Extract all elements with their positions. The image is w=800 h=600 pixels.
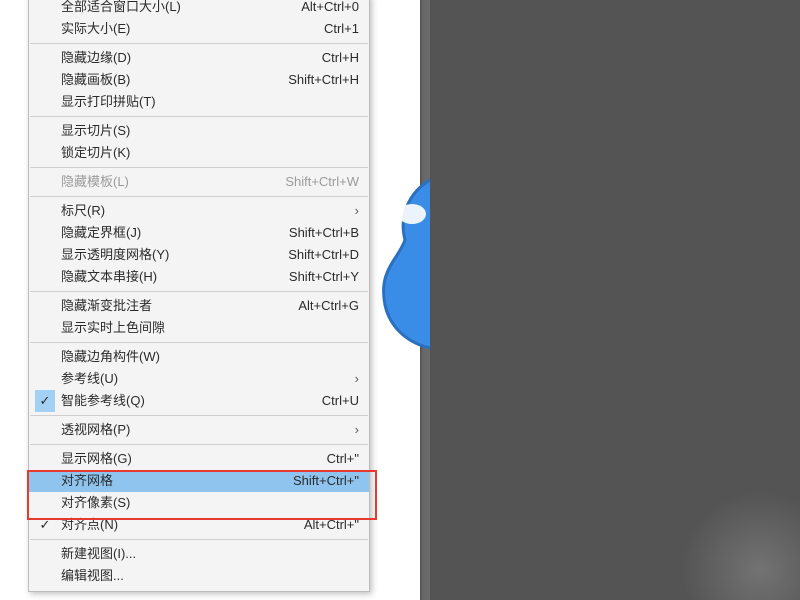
menu-item-label: 显示打印拼贴(T) [61,91,359,113]
menu-item[interactable]: 全部适合窗口大小(L)Alt+Ctrl+0 [29,0,369,18]
menu-item-label: 透视网格(P) [61,419,343,441]
menu-item-label: 对齐点(N) [61,514,292,536]
menu-item[interactable]: ✓ 对齐点(N)Alt+Ctrl+" [29,514,369,536]
menu-item-label: 实际大小(E) [61,18,312,40]
menu-item[interactable]: 编辑视图... [29,565,369,587]
menu-item-label: 隐藏边缘(D) [61,47,310,69]
menu-item-label: 隐藏渐变批注者 [61,295,286,317]
menu-item[interactable]: 锁定切片(K) [29,142,369,164]
corner-glow [680,490,800,600]
menu-item-label: 参考线(U) [61,368,343,390]
menu-item-label: 隐藏定界框(J) [61,222,277,244]
menu-item-shortcut: Ctrl+H [310,47,359,69]
menu-item[interactable]: 透视网格(P)› [29,419,369,441]
menu-item[interactable]: 隐藏渐变批注者Alt+Ctrl+G [29,295,369,317]
menu-item-shortcut: Shift+Ctrl+H [276,69,359,91]
menu-item[interactable]: 显示打印拼贴(T) [29,91,369,113]
menu-item[interactable]: 新建视图(I)... [29,543,369,565]
menu-item-shortcut: Shift+Ctrl+B [277,222,359,244]
menu-separator [30,116,368,117]
menu-separator [30,291,368,292]
menu-separator [30,415,368,416]
menu-item-label: 隐藏模板(L) [61,171,273,193]
menu-item-label: 对齐像素(S) [61,492,359,514]
menu-item-shortcut: Shift+Ctrl+Y [277,266,359,288]
menu-item-shortcut: Alt+Ctrl+0 [289,0,359,18]
menu-item[interactable]: 显示透明度网格(Y)Shift+Ctrl+D [29,244,369,266]
menu-item[interactable]: 对齐网格Shift+Ctrl+" [29,470,369,492]
menu-item-label: 对齐网格 [61,470,281,492]
menu-item-shortcut: Alt+Ctrl+" [292,514,359,536]
check-icon: ✓ [35,514,55,536]
menu-item-label: 锁定切片(K) [61,142,359,164]
menu-item-label: 显示切片(S) [61,120,359,142]
menu-item-shortcut: Shift+Ctrl+W [273,171,359,193]
menu-item[interactable]: 隐藏文本串接(H)Shift+Ctrl+Y [29,266,369,288]
menu-item[interactable]: 标尺(R)› [29,200,369,222]
menu-item-shortcut: Shift+Ctrl+" [281,470,359,492]
menu-item-label: 显示实时上色间隙 [61,317,359,339]
menu-item[interactable]: 实际大小(E)Ctrl+1 [29,18,369,40]
menu-item[interactable]: 隐藏画板(B)Shift+Ctrl+H [29,69,369,91]
chevron-right-icon: › [343,368,359,390]
menu-separator [30,444,368,445]
menu-item-shortcut: Alt+Ctrl+G [286,295,359,317]
menu-item[interactable]: ✓ 智能参考线(Q)Ctrl+U [29,390,369,412]
menu-item[interactable]: 参考线(U)› [29,368,369,390]
menu-item-shortcut: Ctrl+1 [312,18,359,40]
menu-item-label: 显示网格(G) [61,448,315,470]
menu-item: 隐藏模板(L)Shift+Ctrl+W [29,171,369,193]
menu-item-shortcut: Ctrl+" [315,448,359,470]
menu-item[interactable]: 隐藏边角构件(W) [29,346,369,368]
chevron-right-icon: › [343,419,359,441]
menu-item[interactable]: 显示切片(S) [29,120,369,142]
menu-item-label: 编辑视图... [61,565,359,587]
menu-separator [30,43,368,44]
check-icon: ✓ [35,390,55,412]
menu-separator [30,196,368,197]
menu-separator [30,342,368,343]
menu-item-shortcut: Shift+Ctrl+D [276,244,359,266]
menu-item-label: 隐藏边角构件(W) [61,346,359,368]
menu-item[interactable]: 对齐像素(S) [29,492,369,514]
menu-item-label: 新建视图(I)... [61,543,359,565]
menu-separator [30,539,368,540]
menu-item[interactable]: 显示实时上色间隙 [29,317,369,339]
menu-item[interactable]: 隐藏边缘(D)Ctrl+H [29,47,369,69]
menu-separator [30,167,368,168]
menu-item[interactable]: 隐藏定界框(J)Shift+Ctrl+B [29,222,369,244]
menu-item[interactable]: 显示网格(G)Ctrl+" [29,448,369,470]
menu-item-label: 隐藏画板(B) [61,69,276,91]
menu-item-label: 显示透明度网格(Y) [61,244,276,266]
right-panel [430,0,800,600]
chevron-right-icon: › [343,200,359,222]
menu-item-label: 隐藏文本串接(H) [61,266,277,288]
menu-item-shortcut: Ctrl+U [310,390,359,412]
menu-item-label: 全部适合窗口大小(L) [61,0,289,18]
view-menu[interactable]: 全部适合窗口大小(L)Alt+Ctrl+0实际大小(E)Ctrl+1隐藏边缘(D… [28,0,370,592]
menu-item-label: 标尺(R) [61,200,343,222]
menu-item-label: 智能参考线(Q) [61,390,310,412]
app-stage: 全部适合窗口大小(L)Alt+Ctrl+0实际大小(E)Ctrl+1隐藏边缘(D… [0,0,800,600]
